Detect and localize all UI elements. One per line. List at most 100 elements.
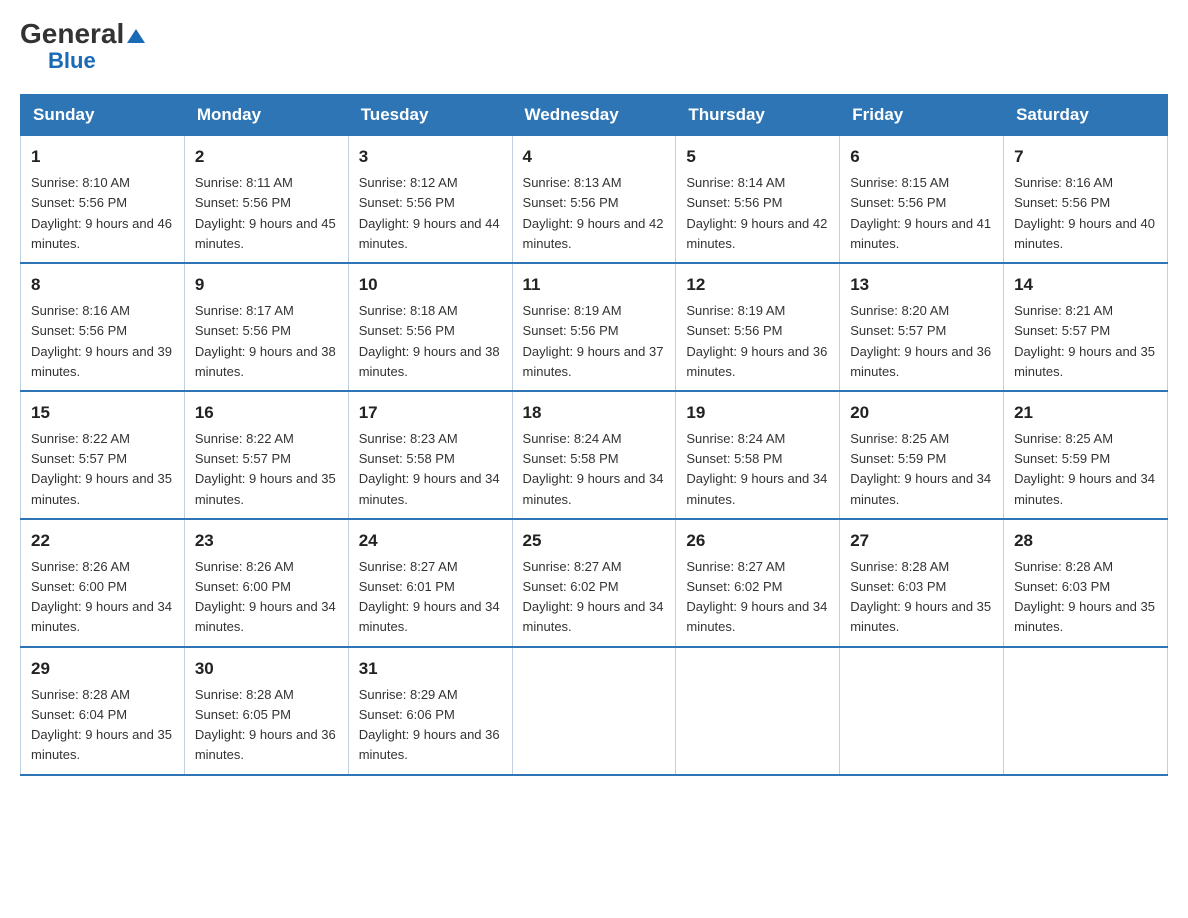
calendar-cell: 20 Sunrise: 8:25 AMSunset: 5:59 PMDaylig… [840, 391, 1004, 519]
day-info: Sunrise: 8:29 AMSunset: 6:06 PMDaylight:… [359, 687, 500, 762]
calendar-cell: 25 Sunrise: 8:27 AMSunset: 6:02 PMDaylig… [512, 519, 676, 647]
calendar-cell: 10 Sunrise: 8:18 AMSunset: 5:56 PMDaylig… [348, 263, 512, 391]
day-info: Sunrise: 8:19 AMSunset: 5:56 PMDaylight:… [686, 303, 827, 378]
calendar-cell: 9 Sunrise: 8:17 AMSunset: 5:56 PMDayligh… [184, 263, 348, 391]
calendar-cell: 28 Sunrise: 8:28 AMSunset: 6:03 PMDaylig… [1004, 519, 1168, 647]
day-number: 29 [31, 656, 174, 682]
day-info: Sunrise: 8:28 AMSunset: 6:03 PMDaylight:… [1014, 559, 1155, 634]
day-number: 25 [523, 528, 666, 554]
page-header: General Blue [20, 20, 1168, 74]
calendar-week-row: 15 Sunrise: 8:22 AMSunset: 5:57 PMDaylig… [21, 391, 1168, 519]
weekday-header-tuesday: Tuesday [348, 95, 512, 136]
weekday-header-friday: Friday [840, 95, 1004, 136]
calendar-cell: 4 Sunrise: 8:13 AMSunset: 5:56 PMDayligh… [512, 136, 676, 263]
day-number: 3 [359, 144, 502, 170]
day-number: 8 [31, 272, 174, 298]
calendar-cell [512, 647, 676, 775]
calendar-cell: 3 Sunrise: 8:12 AMSunset: 5:56 PMDayligh… [348, 136, 512, 263]
calendar-cell: 12 Sunrise: 8:19 AMSunset: 5:56 PMDaylig… [676, 263, 840, 391]
day-info: Sunrise: 8:25 AMSunset: 5:59 PMDaylight:… [850, 431, 991, 506]
day-number: 10 [359, 272, 502, 298]
calendar-cell: 24 Sunrise: 8:27 AMSunset: 6:01 PMDaylig… [348, 519, 512, 647]
day-info: Sunrise: 8:27 AMSunset: 6:01 PMDaylight:… [359, 559, 500, 634]
day-number: 17 [359, 400, 502, 426]
logo-blue-text: Blue [48, 48, 96, 74]
day-number: 2 [195, 144, 338, 170]
day-info: Sunrise: 8:20 AMSunset: 5:57 PMDaylight:… [850, 303, 991, 378]
calendar-cell: 18 Sunrise: 8:24 AMSunset: 5:58 PMDaylig… [512, 391, 676, 519]
calendar-header-row: SundayMondayTuesdayWednesdayThursdayFrid… [21, 95, 1168, 136]
day-info: Sunrise: 8:18 AMSunset: 5:56 PMDaylight:… [359, 303, 500, 378]
calendar-cell: 15 Sunrise: 8:22 AMSunset: 5:57 PMDaylig… [21, 391, 185, 519]
day-info: Sunrise: 8:17 AMSunset: 5:56 PMDaylight:… [195, 303, 336, 378]
calendar-cell: 27 Sunrise: 8:28 AMSunset: 6:03 PMDaylig… [840, 519, 1004, 647]
calendar-cell: 23 Sunrise: 8:26 AMSunset: 6:00 PMDaylig… [184, 519, 348, 647]
day-number: 23 [195, 528, 338, 554]
logo: General Blue [20, 20, 145, 74]
calendar-table: SundayMondayTuesdayWednesdayThursdayFrid… [20, 94, 1168, 776]
day-info: Sunrise: 8:19 AMSunset: 5:56 PMDaylight:… [523, 303, 664, 378]
day-number: 9 [195, 272, 338, 298]
day-number: 12 [686, 272, 829, 298]
day-info: Sunrise: 8:27 AMSunset: 6:02 PMDaylight:… [686, 559, 827, 634]
day-info: Sunrise: 8:12 AMSunset: 5:56 PMDaylight:… [359, 175, 500, 250]
day-info: Sunrise: 8:15 AMSunset: 5:56 PMDaylight:… [850, 175, 991, 250]
day-number: 13 [850, 272, 993, 298]
day-number: 4 [523, 144, 666, 170]
day-info: Sunrise: 8:22 AMSunset: 5:57 PMDaylight:… [31, 431, 172, 506]
day-number: 11 [523, 272, 666, 298]
calendar-cell: 5 Sunrise: 8:14 AMSunset: 5:56 PMDayligh… [676, 136, 840, 263]
day-number: 31 [359, 656, 502, 682]
day-info: Sunrise: 8:26 AMSunset: 6:00 PMDaylight:… [195, 559, 336, 634]
day-number: 14 [1014, 272, 1157, 298]
day-number: 18 [523, 400, 666, 426]
day-number: 1 [31, 144, 174, 170]
day-info: Sunrise: 8:21 AMSunset: 5:57 PMDaylight:… [1014, 303, 1155, 378]
calendar-cell: 7 Sunrise: 8:16 AMSunset: 5:56 PMDayligh… [1004, 136, 1168, 263]
day-number: 30 [195, 656, 338, 682]
calendar-cell: 13 Sunrise: 8:20 AMSunset: 5:57 PMDaylig… [840, 263, 1004, 391]
day-number: 27 [850, 528, 993, 554]
day-info: Sunrise: 8:28 AMSunset: 6:05 PMDaylight:… [195, 687, 336, 762]
day-number: 26 [686, 528, 829, 554]
calendar-cell: 19 Sunrise: 8:24 AMSunset: 5:58 PMDaylig… [676, 391, 840, 519]
day-number: 20 [850, 400, 993, 426]
calendar-week-row: 1 Sunrise: 8:10 AMSunset: 5:56 PMDayligh… [21, 136, 1168, 263]
weekday-header-wednesday: Wednesday [512, 95, 676, 136]
day-info: Sunrise: 8:10 AMSunset: 5:56 PMDaylight:… [31, 175, 172, 250]
day-number: 15 [31, 400, 174, 426]
calendar-cell: 22 Sunrise: 8:26 AMSunset: 6:00 PMDaylig… [21, 519, 185, 647]
day-info: Sunrise: 8:22 AMSunset: 5:57 PMDaylight:… [195, 431, 336, 506]
day-number: 24 [359, 528, 502, 554]
day-number: 21 [1014, 400, 1157, 426]
calendar-cell: 31 Sunrise: 8:29 AMSunset: 6:06 PMDaylig… [348, 647, 512, 775]
day-number: 5 [686, 144, 829, 170]
day-number: 28 [1014, 528, 1157, 554]
day-info: Sunrise: 8:27 AMSunset: 6:02 PMDaylight:… [523, 559, 664, 634]
day-info: Sunrise: 8:16 AMSunset: 5:56 PMDaylight:… [1014, 175, 1155, 250]
day-info: Sunrise: 8:28 AMSunset: 6:03 PMDaylight:… [850, 559, 991, 634]
logo-general: General [20, 20, 145, 48]
calendar-cell: 1 Sunrise: 8:10 AMSunset: 5:56 PMDayligh… [21, 136, 185, 263]
day-info: Sunrise: 8:14 AMSunset: 5:56 PMDaylight:… [686, 175, 827, 250]
calendar-week-row: 29 Sunrise: 8:28 AMSunset: 6:04 PMDaylig… [21, 647, 1168, 775]
day-info: Sunrise: 8:24 AMSunset: 5:58 PMDaylight:… [523, 431, 664, 506]
day-number: 6 [850, 144, 993, 170]
calendar-cell: 2 Sunrise: 8:11 AMSunset: 5:56 PMDayligh… [184, 136, 348, 263]
calendar-cell: 30 Sunrise: 8:28 AMSunset: 6:05 PMDaylig… [184, 647, 348, 775]
weekday-header-thursday: Thursday [676, 95, 840, 136]
calendar-cell [1004, 647, 1168, 775]
day-info: Sunrise: 8:26 AMSunset: 6:00 PMDaylight:… [31, 559, 172, 634]
day-number: 7 [1014, 144, 1157, 170]
day-number: 22 [31, 528, 174, 554]
calendar-cell: 26 Sunrise: 8:27 AMSunset: 6:02 PMDaylig… [676, 519, 840, 647]
calendar-cell: 11 Sunrise: 8:19 AMSunset: 5:56 PMDaylig… [512, 263, 676, 391]
day-info: Sunrise: 8:13 AMSunset: 5:56 PMDaylight:… [523, 175, 664, 250]
calendar-cell [676, 647, 840, 775]
day-info: Sunrise: 8:24 AMSunset: 5:58 PMDaylight:… [686, 431, 827, 506]
calendar-cell: 6 Sunrise: 8:15 AMSunset: 5:56 PMDayligh… [840, 136, 1004, 263]
calendar-cell: 8 Sunrise: 8:16 AMSunset: 5:56 PMDayligh… [21, 263, 185, 391]
weekday-header-saturday: Saturday [1004, 95, 1168, 136]
calendar-week-row: 22 Sunrise: 8:26 AMSunset: 6:00 PMDaylig… [21, 519, 1168, 647]
calendar-week-row: 8 Sunrise: 8:16 AMSunset: 5:56 PMDayligh… [21, 263, 1168, 391]
